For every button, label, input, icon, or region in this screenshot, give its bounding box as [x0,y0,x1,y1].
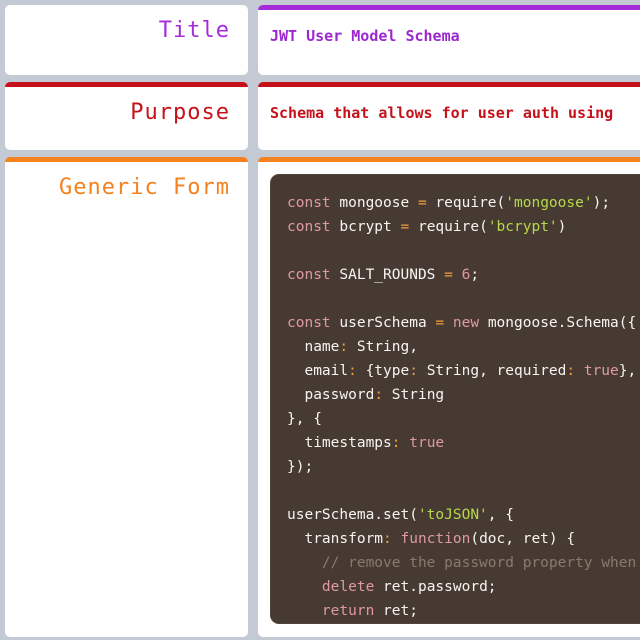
schema-detail-page: Title JWT User Model Schema Purpose Sche… [0,0,640,640]
purpose-label-card: Purpose [5,82,248,150]
purpose-value: Schema that allows for user auth using [270,104,614,122]
generic-form-label: Generic Form [59,175,230,200]
row-title: Title JWT User Model Schema [5,5,640,75]
row-purpose: Purpose Schema that allows for user auth… [5,82,640,150]
title-value-card: JWT User Model Schema [258,5,640,75]
row-generic-form: Generic Form const mongoose = require('m… [5,157,640,637]
title-value: JWT User Model Schema [270,27,460,45]
title-label-card: Title [5,5,248,75]
title-label: Title [158,18,230,43]
generic-form-label-card: Generic Form [5,157,248,637]
generic-form-value-card: const mongoose = require('mongoose'); co… [258,157,640,637]
code-snippet[interactable]: const mongoose = require('mongoose'); co… [270,174,640,624]
purpose-label: Purpose [130,100,230,125]
purpose-value-card: Schema that allows for user auth using [258,82,640,150]
